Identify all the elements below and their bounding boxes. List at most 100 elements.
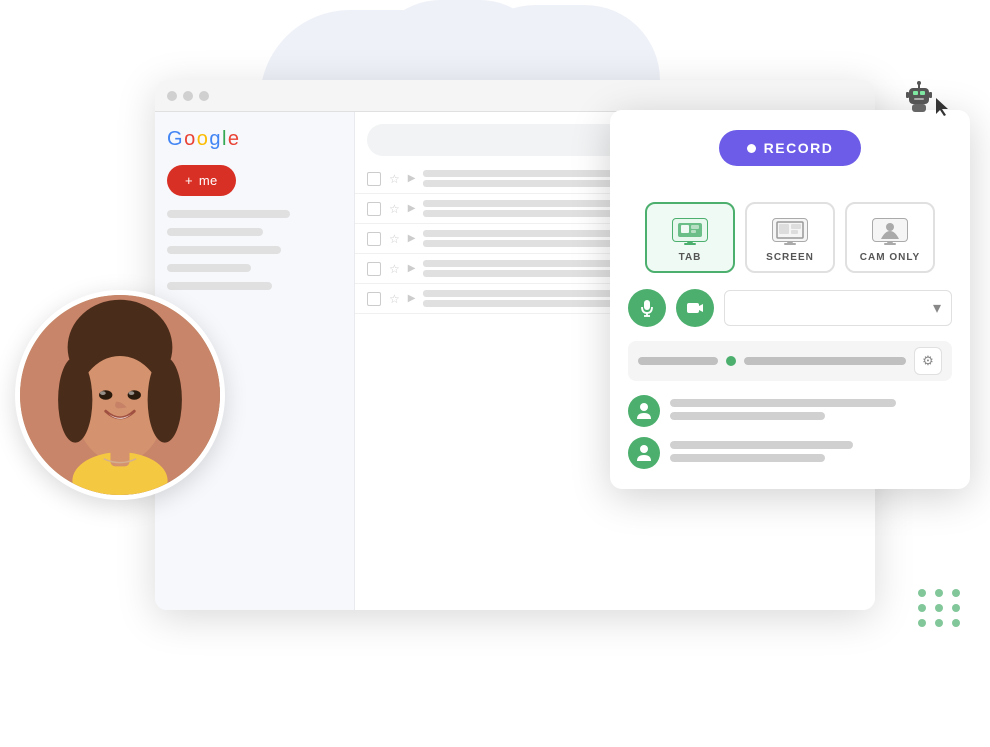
robot-icon-group [902, 80, 952, 114]
compose-button[interactable]: + me [167, 165, 236, 196]
tab-bar-row: ⚙ [628, 341, 952, 381]
label-icon: ▶ [408, 233, 416, 244]
monitor-screen-svg [771, 217, 809, 245]
person-icon [636, 402, 652, 420]
compose-label: me [199, 173, 218, 188]
camera-icon [686, 301, 704, 315]
microphone-icon [640, 299, 654, 317]
user-avatar [628, 395, 660, 427]
user-detail-line [670, 454, 825, 462]
logo-g2: g [209, 128, 220, 151]
user-list [628, 395, 952, 469]
user-name-line [670, 441, 853, 449]
nav-line [167, 246, 281, 254]
label-icon: ▶ [408, 263, 416, 274]
person-photo [15, 290, 225, 500]
user-detail-line [670, 412, 825, 420]
mode-selection: TAB SCREEN [628, 202, 952, 273]
browser-titlebar [155, 80, 875, 112]
device-dropdown[interactable]: ▾ [724, 290, 952, 326]
deco-dot [952, 619, 960, 627]
robot-head-body [909, 88, 929, 104]
nav-line [167, 210, 290, 218]
robot-icon [902, 80, 936, 114]
email-checkbox[interactable] [367, 202, 381, 216]
monitor-tab-svg [671, 217, 709, 245]
logo-o1: o [184, 128, 195, 151]
record-button-wrapper: RECORD [628, 130, 952, 184]
robot-mouth [914, 98, 924, 100]
star-icon[interactable]: ☆ [389, 172, 400, 186]
user-info-lines [670, 437, 952, 462]
tab-mode-label: TAB [679, 252, 702, 263]
settings-button[interactable]: ⚙ [914, 347, 942, 375]
deco-dot [935, 619, 943, 627]
record-dot-icon [747, 144, 756, 153]
screen-mode-label: SCREEN [766, 252, 814, 263]
screencast-panel: RECORD [610, 110, 970, 489]
microphone-button[interactable] [628, 289, 666, 327]
scene: Google + me [0, 0, 990, 747]
screen-mode-icon [771, 216, 809, 246]
label-icon: ▶ [408, 203, 416, 214]
email-checkbox[interactable] [367, 172, 381, 186]
email-checkbox[interactable] [367, 232, 381, 246]
logo-e: e [228, 128, 239, 151]
label-icon: ▶ [408, 173, 416, 184]
deco-dot [918, 589, 926, 597]
email-preview-line [423, 240, 621, 247]
star-icon[interactable]: ☆ [389, 202, 400, 216]
deco-dot [918, 604, 926, 612]
user-list-item[interactable] [628, 395, 952, 427]
mode-cam-only[interactable]: CAM ONLY [845, 202, 935, 273]
robot-antenna-ball [917, 81, 921, 85]
monitor-cam-svg [871, 217, 909, 245]
robot-body [912, 104, 926, 112]
nav-line [167, 282, 272, 290]
face-svg [20, 295, 220, 495]
browser-maximize-dot [199, 91, 209, 101]
cam-only-mode-icon [871, 216, 909, 246]
cursor-icon [934, 96, 952, 118]
nav-line [167, 264, 251, 272]
person-icon [636, 444, 652, 462]
star-icon[interactable]: ☆ [389, 262, 400, 276]
robot-ear-right [929, 92, 932, 98]
robot-eye-left [913, 91, 918, 95]
record-button[interactable]: RECORD [719, 130, 862, 166]
user-list-item[interactable] [628, 437, 952, 469]
sidebar-nav-lines [167, 210, 342, 290]
camera-button[interactable] [676, 289, 714, 327]
deco-dot [935, 604, 943, 612]
deco-dot [952, 604, 960, 612]
robot-eye-right [920, 91, 925, 95]
audio-controls-row: ▾ [628, 289, 952, 327]
cursor-shape [936, 98, 948, 116]
label-icon: ▶ [408, 293, 416, 304]
tab-bar-item-right [744, 357, 906, 365]
star-icon[interactable]: ☆ [389, 292, 400, 306]
email-checkbox[interactable] [367, 262, 381, 276]
user-avatar [628, 437, 660, 469]
face-illustration [20, 295, 220, 495]
logo-g: G [167, 128, 182, 151]
google-logo: Google [167, 128, 342, 151]
cam-only-mode-label: CAM ONLY [860, 252, 920, 263]
decorative-dots [918, 589, 962, 627]
deco-dot [918, 619, 926, 627]
browser-close-dot [167, 91, 177, 101]
compose-plus-icon: + [185, 173, 193, 188]
browser-minimize-dot [183, 91, 193, 101]
nav-line [167, 228, 263, 236]
tab-mode-icon [671, 216, 709, 246]
star-icon[interactable]: ☆ [389, 232, 400, 246]
gear-icon: ⚙ [922, 353, 934, 369]
deco-dot [952, 589, 960, 597]
mode-tab[interactable]: TAB [645, 202, 735, 273]
logo-l: l [222, 128, 226, 151]
user-info-lines [670, 395, 952, 420]
email-checkbox[interactable] [367, 292, 381, 306]
record-label: RECORD [764, 140, 834, 156]
chevron-down-icon: ▾ [933, 298, 941, 318]
mode-screen[interactable]: SCREEN [745, 202, 835, 273]
